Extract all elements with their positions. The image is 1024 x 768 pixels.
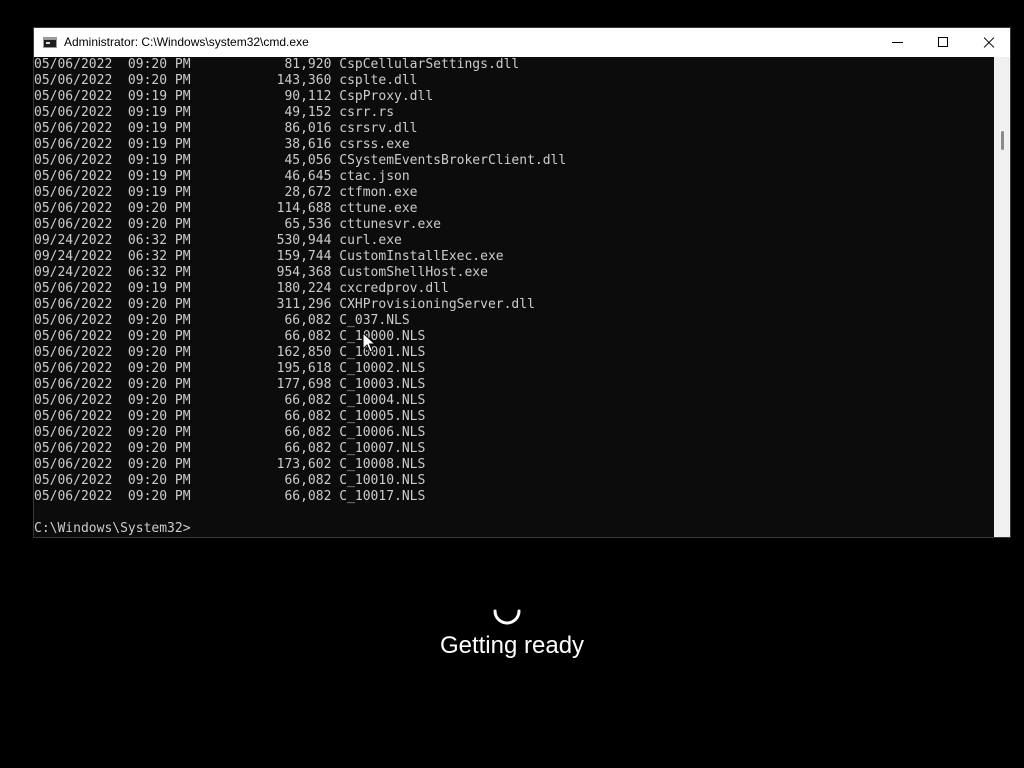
scrollbar-thumb[interactable] <box>1001 131 1004 150</box>
console-line: 05/06/2022 09:20 PM 66,082 C_10006.NLS <box>34 425 426 440</box>
console-line: 05/06/2022 09:19 PM 86,016 csrsrv.dll <box>34 121 418 136</box>
cmd-window[interactable]: Administrator: C:\Windows\system32\cmd.e… <box>33 27 1011 538</box>
close-button[interactable] <box>966 28 1010 57</box>
console-line: 05/06/2022 09:19 PM 28,672 ctfmon.exe <box>34 185 418 200</box>
console-line: 05/06/2022 09:20 PM 66,082 C_10000.NLS <box>34 329 426 344</box>
console-line: 05/06/2022 09:20 PM 66,082 C_037.NLS <box>34 313 410 328</box>
maximize-button[interactable] <box>920 28 966 57</box>
cmd-icon <box>43 37 57 48</box>
console-line: 09/24/2022 06:32 PM 954,368 CustomShellH… <box>34 265 488 280</box>
console-line: 05/06/2022 09:20 PM 114,688 cttune.exe <box>34 201 418 216</box>
console-line: 05/06/2022 09:20 PM 162,850 C_10001.NLS <box>34 345 426 360</box>
console-output[interactable]: 05/06/2022 09:20 PM 81,920 CspCellularSe… <box>34 57 994 537</box>
console-line: 05/06/2022 09:20 PM 65,536 cttunesvr.exe <box>34 217 441 232</box>
console-line: 05/06/2022 09:20 PM 81,920 CspCellularSe… <box>34 57 520 72</box>
vertical-scrollbar[interactable] <box>994 57 1010 537</box>
command-prompt[interactable]: C:\Windows\System32> <box>34 521 994 537</box>
console-line: 05/06/2022 09:20 PM 66,082 C_10010.NLS <box>34 473 426 488</box>
status-message: Getting ready <box>439 632 585 659</box>
spinner-icon <box>493 609 521 625</box>
console-line: 09/24/2022 06:32 PM 159,744 CustomInstal… <box>34 249 504 264</box>
console-line: 05/06/2022 09:20 PM 66,082 C_10007.NLS <box>34 441 426 456</box>
minimize-button[interactable] <box>874 28 920 57</box>
window-title: Administrator: C:\Windows\system32\cmd.e… <box>64 35 309 49</box>
console-line: 05/06/2022 09:19 PM 38,616 csrss.exe <box>34 137 410 152</box>
console-line: 09/24/2022 06:32 PM 530,944 curl.exe <box>34 233 402 248</box>
console-line: 05/06/2022 09:20 PM 66,082 C_10017.NLS <box>34 489 426 504</box>
console-line: 05/06/2022 09:20 PM 195,618 C_10002.NLS <box>34 361 426 376</box>
console-line: 05/06/2022 09:20 PM 177,698 C_10003.NLS <box>34 377 426 392</box>
console-line: 05/06/2022 09:20 PM 66,082 C_10004.NLS <box>34 393 426 408</box>
console-line: 05/06/2022 09:20 PM 173,602 C_10008.NLS <box>34 457 426 472</box>
console-line: 05/06/2022 09:19 PM 90,112 CspProxy.dll <box>34 89 434 104</box>
console-line: 05/06/2022 09:20 PM 311,296 CXHProvision… <box>34 297 535 312</box>
mouse-pointer-icon <box>362 332 376 353</box>
console-line: 05/06/2022 09:19 PM 180,224 cxcredprov.d… <box>34 281 449 296</box>
console-line: 05/06/2022 09:19 PM 45,056 CSystemEvents… <box>34 153 567 168</box>
console-line: 05/06/2022 09:20 PM 66,082 C_10005.NLS <box>34 409 426 424</box>
console-line: 05/06/2022 09:19 PM 46,645 ctac.json <box>34 169 410 184</box>
console-line: 05/06/2022 09:19 PM 49,152 csrr.rs <box>34 105 395 120</box>
title-bar[interactable]: Administrator: C:\Windows\system32\cmd.e… <box>34 28 1010 57</box>
console-line: 05/06/2022 09:20 PM 143,360 csplte.dll <box>34 73 418 88</box>
